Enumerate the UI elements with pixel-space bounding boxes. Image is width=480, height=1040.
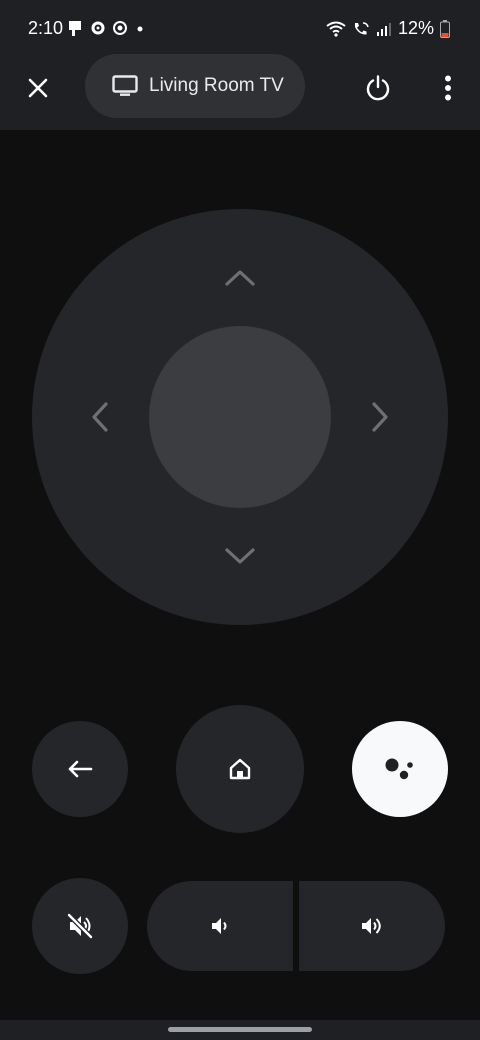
chevron-down-icon [225,548,255,564]
power-icon [366,75,390,101]
volume-up-icon [362,918,381,934]
dpad-down-button[interactable] [220,536,260,576]
volume-off-icon [67,913,93,939]
volume-up-button[interactable] [299,881,445,971]
more-options-button[interactable] [428,68,468,108]
chevron-up-icon [225,270,255,286]
tv-icon [111,72,139,100]
dpad-up-button[interactable] [220,258,260,298]
signal-icon [376,22,391,36]
wifi-calling-icon [354,21,369,35]
device-selector[interactable]: Living Room TV [85,54,305,118]
gesture-handle[interactable] [168,1027,312,1032]
more-vert-icon [445,75,451,101]
mute-button[interactable] [32,878,128,974]
dpad-select-button[interactable] [149,326,331,508]
google-assistant-icon [385,758,413,780]
device-name: Living Room TV [149,75,284,96]
chevron-left-icon [92,402,108,432]
back-button[interactable] [32,721,128,817]
top-bar: Living Room TV [0,54,480,130]
google-assistant-button[interactable] [352,721,448,817]
dot-icon [137,26,143,32]
home-button[interactable] [176,705,304,833]
notification-icon [69,21,81,36]
battery-low-icon [440,19,450,38]
dpad-right-button[interactable] [360,397,400,437]
arrow-back-icon [68,760,93,778]
volume-down-button[interactable] [147,881,293,971]
status-right: 12% [326,18,450,39]
wifi-icon [326,21,346,37]
home-icon [229,758,251,780]
power-button[interactable] [358,68,398,108]
system-nav-bar [0,1020,480,1040]
dpad-left-button[interactable] [80,397,120,437]
status-left-icons [68,18,146,38]
status-bar: 2:10 12% [0,0,480,56]
battery-percent: 12% [397,18,434,38]
close-button[interactable] [18,68,58,108]
chevron-right-icon [372,402,388,432]
status-time: 2:10 [28,18,64,38]
settings-icon [91,21,105,35]
sync-icon [113,21,127,35]
close-icon [28,78,48,98]
volume-down-icon [212,918,227,934]
